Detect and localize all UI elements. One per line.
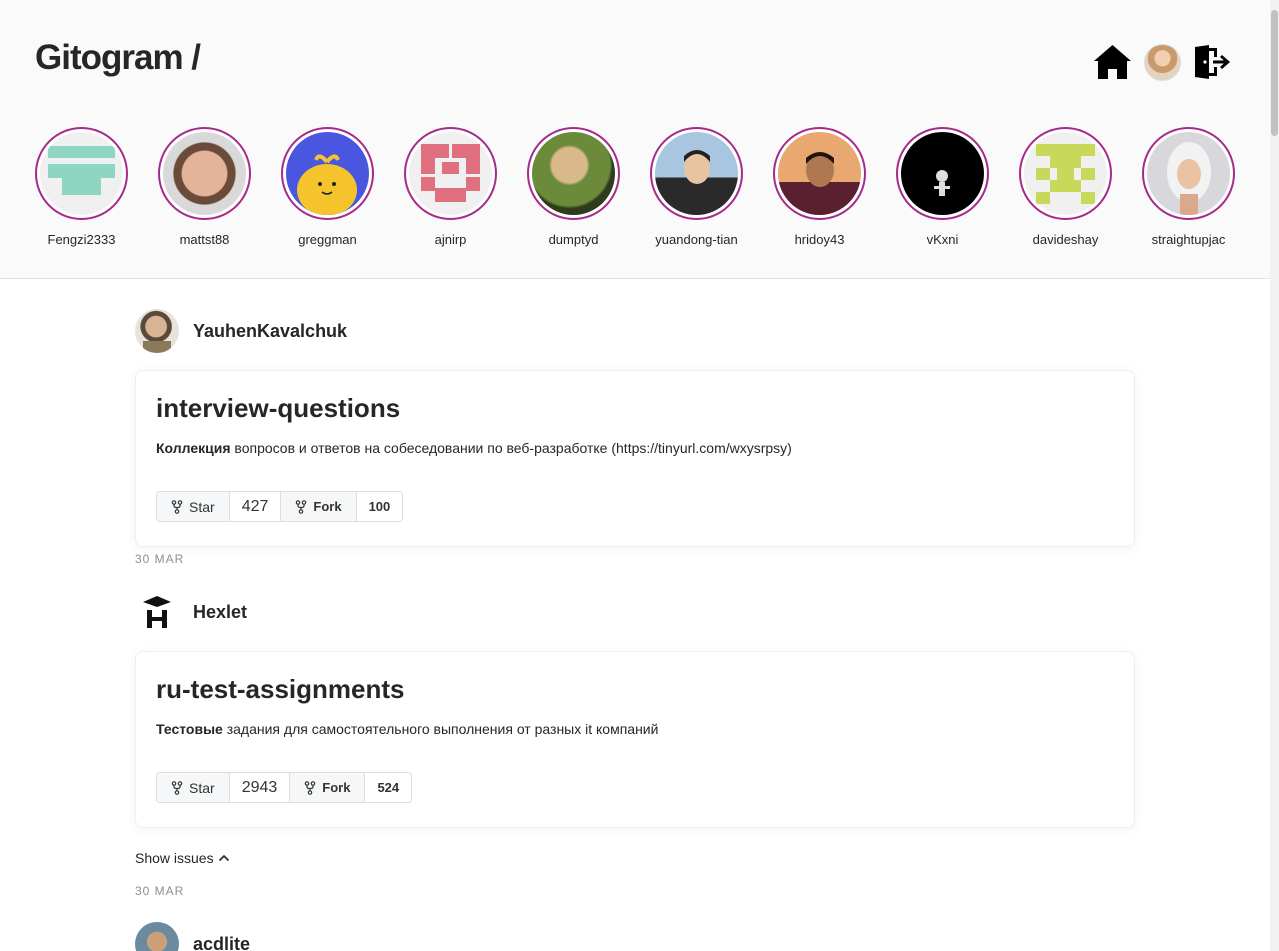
header: Gitogram / Fengzi2333 mattst88 greggman … [0, 0, 1270, 279]
story-avatar [40, 132, 123, 215]
fork-button[interactable]: Fork [290, 773, 366, 802]
story-avatar [286, 132, 369, 215]
story-username: Fengzi2333 [47, 232, 116, 247]
chevron-up-icon [218, 854, 229, 862]
story-item[interactable]: ajnirp [404, 127, 497, 247]
fork-button[interactable]: Fork [281, 492, 357, 521]
story-item[interactable]: dumptyd [527, 127, 620, 247]
story-item[interactable]: vKxni [896, 127, 989, 247]
story-ring[interactable] [281, 127, 374, 220]
star-label: Star [189, 779, 215, 796]
repo-stats: Star 427 Fork 100 [156, 491, 404, 522]
story-item[interactable]: mattst88 [158, 127, 251, 247]
scrollbar-thumb[interactable] [1271, 10, 1278, 136]
star-label: Star [189, 498, 215, 515]
story-ring[interactable] [1019, 127, 1112, 220]
fork-label: Fork [322, 780, 351, 795]
story-item[interactable]: hridoy43 [773, 127, 866, 247]
author-avatar[interactable] [135, 590, 179, 634]
story-ring[interactable] [404, 127, 497, 220]
story-ring[interactable] [896, 127, 989, 220]
show-issues-toggle[interactable]: Show issues [135, 850, 230, 866]
story-avatar [1024, 132, 1107, 215]
post-date: 30 MAR [135, 884, 185, 898]
story-ring[interactable] [527, 127, 620, 220]
story-avatar [409, 132, 492, 215]
post-date: 30 MAR [135, 552, 185, 566]
post-author[interactable]: acdlite [135, 922, 250, 951]
story-username: davideshay [1032, 232, 1099, 247]
star-button[interactable]: Star [157, 492, 230, 521]
author-avatar[interactable] [135, 309, 179, 353]
star-count: 427 [229, 492, 282, 521]
repo-description: Тестовые задания для самостоятельного вы… [156, 721, 659, 737]
story-item[interactable]: straightupjac [1142, 127, 1235, 247]
repo-card: ru-test-assignments Тестовые задания для… [135, 651, 1135, 828]
show-issues-label: Show issues [135, 850, 214, 866]
fork-count: 100 [356, 492, 403, 521]
story-username: ajnirp [434, 232, 467, 247]
story-avatar [901, 132, 984, 215]
fork-count: 524 [365, 773, 412, 802]
story-ring[interactable] [650, 127, 743, 220]
repo-description: Коллекция вопросов и ответов на собеседо… [156, 440, 792, 456]
repo-name[interactable]: interview-questions [156, 393, 400, 424]
home-icon[interactable] [1093, 44, 1132, 80]
story-item[interactable]: greggman [281, 127, 374, 247]
story-username: hridoy43 [794, 232, 845, 247]
fork-icon [304, 780, 316, 795]
star-icon [171, 780, 183, 795]
story-avatar [778, 132, 861, 215]
star-icon [171, 499, 183, 514]
post-author[interactable]: YauhenKavalchuk [135, 309, 347, 353]
story-ring[interactable] [158, 127, 251, 220]
fork-icon [296, 499, 307, 514]
repo-name[interactable]: ru-test-assignments [156, 674, 405, 705]
repo-stats: Star 2943 Fork 524 [156, 772, 413, 803]
story-username: vKxni [926, 232, 959, 247]
story-item[interactable]: davideshay [1019, 127, 1112, 247]
scrollbar[interactable] [1270, 0, 1279, 951]
author-username[interactable]: acdlite [193, 934, 250, 951]
story-avatar [163, 132, 246, 215]
author-username[interactable]: YauhenKavalchuk [193, 321, 347, 342]
user-avatar[interactable] [1144, 44, 1181, 81]
story-avatar [1147, 132, 1230, 215]
story-username: mattst88 [179, 232, 230, 247]
repo-card: interview-questions Коллекция вопросов и… [135, 370, 1135, 547]
story-item[interactable]: Fengzi2333 [35, 127, 128, 247]
app-logo[interactable]: Gitogram / [35, 38, 201, 78]
story-username: dumptyd [548, 232, 599, 247]
story-username: yuandong-tian [655, 232, 738, 247]
author-username[interactable]: Hexlet [193, 602, 247, 623]
fork-label: Fork [313, 499, 342, 514]
story-username: straightupjac [1151, 232, 1226, 247]
star-count: 2943 [229, 773, 291, 802]
story-ring[interactable] [35, 127, 128, 220]
story-ring[interactable] [1142, 127, 1235, 220]
story-ring[interactable] [773, 127, 866, 220]
post-author[interactable]: Hexlet [135, 590, 247, 634]
author-avatar[interactable] [135, 922, 179, 951]
story-username: greggman [298, 232, 357, 247]
star-button[interactable]: Star [157, 773, 230, 802]
story-avatar [655, 132, 738, 215]
story-avatar [532, 132, 615, 215]
logout-icon[interactable] [1193, 45, 1231, 79]
story-item[interactable]: yuandong-tian [650, 127, 743, 247]
